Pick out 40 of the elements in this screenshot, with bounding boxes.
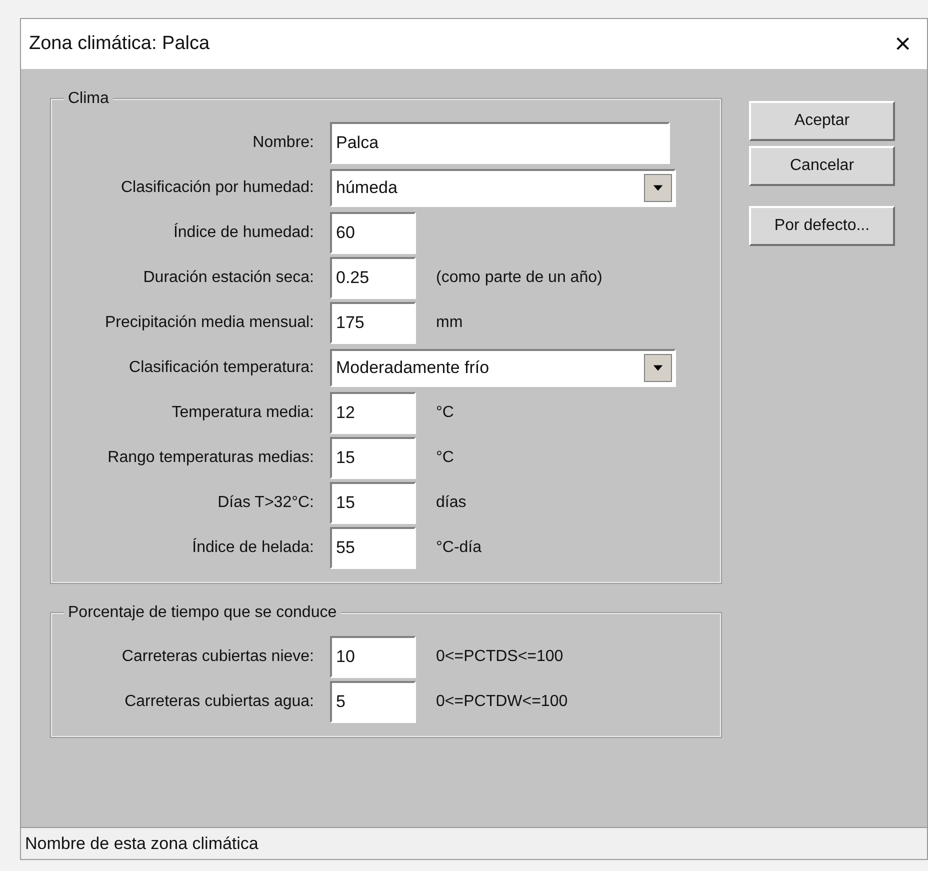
field-label: Temperatura media: xyxy=(172,404,314,422)
field-label: Clasificación por humedad: xyxy=(121,178,314,196)
text-field[interactable]: 12 xyxy=(330,392,416,434)
field-label: Nombre: xyxy=(252,134,314,152)
unit-label: mm xyxy=(436,312,463,332)
field-label: Rango temperaturas medias: xyxy=(108,448,314,466)
text-field[interactable]: 5 xyxy=(330,680,416,722)
unit-label: °C xyxy=(436,448,454,468)
status-bar: Nombre de esta zona climática xyxy=(21,827,927,859)
window-title: Zona climática: Palca xyxy=(29,32,210,56)
dialog-button[interactable]: Por defecto... xyxy=(749,206,895,246)
unit-label: 0<=PCTDS<=100 xyxy=(436,646,564,666)
text-field[interactable]: 15 xyxy=(330,482,416,524)
unit-label: °C-día xyxy=(436,538,482,558)
text-field[interactable]: 60 xyxy=(330,212,416,254)
close-button[interactable]: × xyxy=(894,30,911,58)
text-field[interactable]: 10 xyxy=(330,636,416,678)
caret-icon xyxy=(644,174,672,202)
field-label: Carreteras cubiertas nieve: xyxy=(122,648,314,666)
unit-label: días xyxy=(436,492,466,512)
field-label: Duración estación seca: xyxy=(143,268,314,286)
field-label: Días T>32°C: xyxy=(218,494,314,512)
dropdown[interactable]: húmeda xyxy=(330,168,676,206)
field-label: Precipitación media mensual: xyxy=(105,314,314,332)
text-field[interactable]: Palca xyxy=(330,122,670,164)
unit-label: 0<=PCTDW<=100 xyxy=(436,692,568,712)
text-field[interactable]: 0.25 xyxy=(330,256,416,298)
unit-label: (como parte de un año) xyxy=(436,268,602,288)
field-label: Carreteras cubiertas agua: xyxy=(124,692,314,710)
text-field[interactable]: 175 xyxy=(330,302,416,344)
unit-label: °C xyxy=(436,402,454,422)
field-label: Índice de helada: xyxy=(192,538,314,556)
text-field[interactable]: 15 xyxy=(330,436,416,478)
dialog-button[interactable]: Aceptar xyxy=(749,101,895,141)
field-label: Índice de humedad: xyxy=(173,224,314,242)
caret-icon xyxy=(644,354,672,382)
text-field[interactable]: 55 xyxy=(330,526,416,568)
dropdown[interactable]: Moderadamente frío xyxy=(330,348,676,386)
field-label: Clasificación temperatura: xyxy=(129,358,314,376)
dialog-button[interactable]: Cancelar xyxy=(749,146,895,186)
